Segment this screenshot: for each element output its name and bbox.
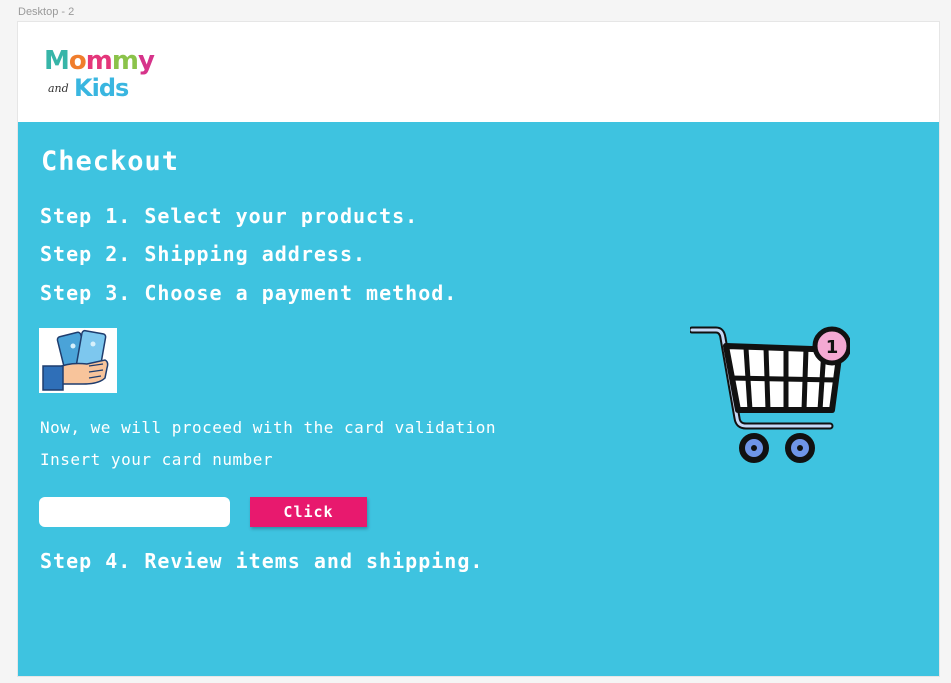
page-title: Checkout (41, 146, 180, 177)
logo-word-kids: Kids (74, 74, 129, 102)
logo-word-mommy: Mommy (44, 46, 155, 76)
step-2-text: Step 2. Shipping address. (40, 242, 367, 266)
proceed-text: Now, we will proceed with the card valid… (40, 418, 496, 437)
card-number-input[interactable] (39, 497, 230, 527)
insert-card-label: Insert your card number (40, 450, 274, 469)
step-4-text: Step 4. Review items and shipping. (40, 549, 484, 573)
logo-word-and: and (48, 82, 69, 95)
click-button[interactable]: Click (250, 497, 367, 527)
step-1-text: Step 1. Select your products. (40, 204, 419, 228)
desktop-frame: Mommy and Kids Checkout Step 1. Select y… (18, 22, 939, 676)
logo-letter: y (137, 46, 155, 76)
logo-letter: M (44, 46, 70, 76)
step-3-text: Step 3. Choose a payment method. (40, 281, 458, 305)
logo-letter: o (68, 46, 87, 76)
header: Mommy and Kids (18, 22, 939, 122)
logo-letter: m (85, 46, 113, 76)
logo-letter: m (111, 46, 139, 76)
frame-label: Desktop - 2 (18, 6, 75, 18)
hand-holding-cards-icon (39, 328, 117, 393)
logo[interactable]: Mommy and Kids (44, 46, 159, 110)
cart-badge-count: 1 (826, 337, 839, 358)
checkout-panel: Checkout Step 1. Select your products. S… (18, 122, 939, 676)
shopping-cart-icon: 1 (688, 322, 852, 467)
